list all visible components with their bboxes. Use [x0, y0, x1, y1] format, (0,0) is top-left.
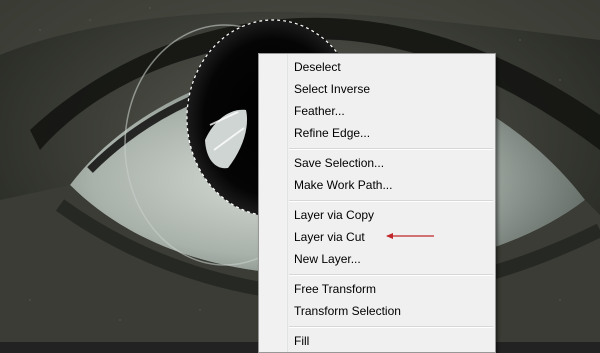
menu-item-feather[interactable]: Feather...: [294, 100, 345, 122]
menu-separator: [289, 200, 493, 202]
menu-item-new-layer[interactable]: New Layer...: [294, 248, 361, 270]
menu-item-deselect[interactable]: Deselect: [294, 56, 341, 78]
menu-separator: [289, 148, 493, 150]
menu-item-layer-via-cut[interactable]: Layer via Cut: [294, 226, 365, 248]
menu-item-free-transform[interactable]: Free Transform: [294, 278, 376, 300]
menu-item-make-work-path[interactable]: Make Work Path...: [294, 174, 392, 196]
menu-item-transform-selection[interactable]: Transform Selection: [294, 300, 401, 322]
red-arrow-icon: [386, 233, 434, 239]
menu-icon-gutter: [259, 54, 288, 352]
menu-separator: [289, 274, 493, 276]
menu-item-refine-edge[interactable]: Refine Edge...: [294, 122, 370, 144]
context-menu: Deselect Select Inverse Feather... Refin…: [258, 53, 496, 353]
menu-item-layer-via-copy[interactable]: Layer via Copy: [294, 204, 374, 226]
menu-item-select-inverse[interactable]: Select Inverse: [294, 78, 370, 100]
menu-separator: [289, 326, 493, 328]
menu-item-save-selection[interactable]: Save Selection...: [294, 152, 384, 174]
menu-item-fill[interactable]: Fill: [294, 330, 309, 352]
